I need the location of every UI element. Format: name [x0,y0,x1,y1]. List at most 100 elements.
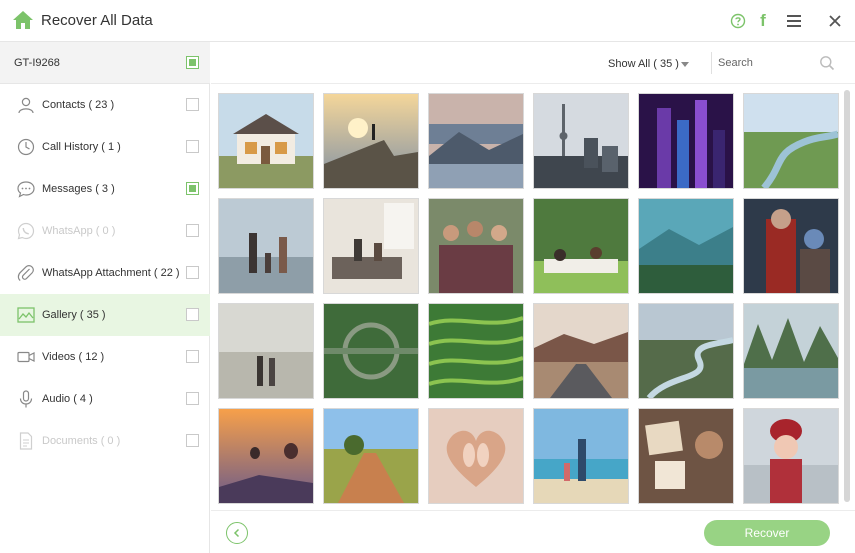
show-all-dropdown[interactable]: Show All ( 35 ) [608,58,679,70]
call-history-checkbox[interactable] [186,140,199,153]
help-button[interactable] [727,10,749,32]
sidebar-item-contacts[interactable]: Contacts ( 23 ) [0,84,210,126]
home-icon [13,11,33,29]
sidebar-item-label: WhatsApp ( 0 ) [42,225,116,237]
clock-icon [17,138,35,156]
gallery-grid [211,84,846,510]
photo-thumbnail[interactable] [743,93,839,189]
house-photo [219,94,313,188]
audio-checkbox[interactable] [186,392,199,405]
menu-button[interactable] [783,10,805,32]
messages-checkbox[interactable] [186,182,199,195]
recover-button[interactable]: Recover [704,520,830,546]
contacts-icon [18,97,34,114]
sidebar-item-audio[interactable]: Audio ( 4 ) [0,378,210,420]
facebook-button[interactable]: f [752,10,774,32]
close-button[interactable] [824,10,846,32]
rice-terraces-photo [429,304,523,398]
video-icon [17,351,35,363]
photo-thumbnail[interactable] [743,198,839,294]
sidebar-item-documents[interactable]: Documents ( 0 ) [0,420,210,462]
photo-thumbnail[interactable] [533,303,629,399]
karst-lake-photo [744,304,838,398]
footer: Recover [211,510,855,553]
whatsapp-icon [17,222,35,240]
sidebar-item-label: Gallery ( 35 ) [42,309,106,321]
photo-thumbnail[interactable] [638,198,734,294]
photo-thumbnail[interactable] [323,303,419,399]
picnic-photo [534,199,628,293]
photo-thumbnail[interactable] [428,198,524,294]
photo-thumbnail[interactable] [323,198,419,294]
sidebar-item-call-history[interactable]: Call History ( 1 ) [0,126,210,168]
device-checkbox[interactable] [186,56,199,69]
photo-thumbnail[interactable] [533,198,629,294]
videos-checkbox[interactable] [186,350,199,363]
winding-river-photo [639,304,733,398]
baby-feet-heart-photo [429,409,523,503]
chat-icon [17,181,35,198]
gallery-scrollbar[interactable] [844,90,850,502]
cliff-sunset-photo [324,94,418,188]
photo-collage-photo [639,409,733,503]
photo-thumbnail[interactable] [533,93,629,189]
toolbar: Show All ( 35 ) [211,42,855,84]
device-name: GT-I9268 [14,57,60,69]
documents-checkbox[interactable] [186,434,199,447]
microphone-icon [19,390,33,408]
group-selfie-photo [429,199,523,293]
sidebar-item-label: WhatsApp Attachment ( 22 ) [42,267,180,279]
document-icon [19,432,33,450]
photo-thumbnail[interactable] [533,408,629,504]
photo-thumbnail[interactable] [638,93,734,189]
father-son-beach-photo [534,409,628,503]
river-valley-photo [744,94,838,188]
photo-thumbnail[interactable] [428,93,524,189]
child-red-hat-photo [744,409,838,503]
whatsapp-checkbox[interactable] [186,224,199,237]
hot-air-balloons-photo [219,409,313,503]
photo-thumbnail[interactable] [218,93,314,189]
family-beach-photo [219,199,313,293]
couple-beach-photo [219,304,313,398]
living-room-family-photo [324,199,418,293]
photo-thumbnail[interactable] [743,303,839,399]
sidebar-item-whatsapp-attachment[interactable]: WhatsApp Attachment ( 22 ) [0,252,210,294]
menu-icon [787,15,801,27]
whatsapp-attachment-checkbox[interactable] [186,266,199,279]
sidebar-item-label: Contacts ( 23 ) [42,99,115,111]
sidebar-item-whatsapp[interactable]: WhatsApp ( 0 ) [0,210,210,252]
photo-thumbnail[interactable] [218,408,314,504]
sidebar-item-label: Messages ( 3 ) [42,183,115,195]
photo-thumbnail[interactable] [638,303,734,399]
sidebar-item-label: Documents ( 0 ) [42,435,121,447]
sidebar-item-gallery[interactable]: Gallery ( 35 ) [0,294,210,336]
search-icon[interactable] [819,55,835,71]
photo-thumbnail[interactable] [323,93,419,189]
photo-thumbnail[interactable] [218,198,314,294]
sidebar: GT-I9268 Contacts ( 23 ) Call History ( … [0,42,210,553]
dirt-road-photo [324,409,418,503]
photo-thumbnail[interactable] [428,303,524,399]
gallery-checkbox[interactable] [186,308,199,321]
photo-thumbnail[interactable] [323,408,419,504]
close-icon [829,15,841,27]
forest-mountains-photo [639,199,733,293]
title-bar: Recover All Data f [0,0,855,42]
chevron-down-icon[interactable] [681,62,689,67]
sidebar-item-videos[interactable]: Videos ( 12 ) [0,336,210,378]
sidebar-item-label: Call History ( 1 ) [42,141,121,153]
contacts-checkbox[interactable] [186,98,199,111]
chevron-left-icon [233,528,240,538]
scrollbar-thumb[interactable] [844,90,850,502]
sidebar-item-label: Videos ( 12 ) [42,351,105,363]
device-row[interactable]: GT-I9268 [0,42,210,84]
photo-thumbnail[interactable] [218,303,314,399]
photo-thumbnail[interactable] [743,408,839,504]
back-button[interactable] [226,522,248,544]
paperclip-icon [17,265,34,281]
photo-thumbnail[interactable] [638,408,734,504]
superhero-photo [744,199,838,293]
photo-thumbnail[interactable] [428,408,524,504]
sidebar-item-messages[interactable]: Messages ( 3 ) [0,168,210,210]
